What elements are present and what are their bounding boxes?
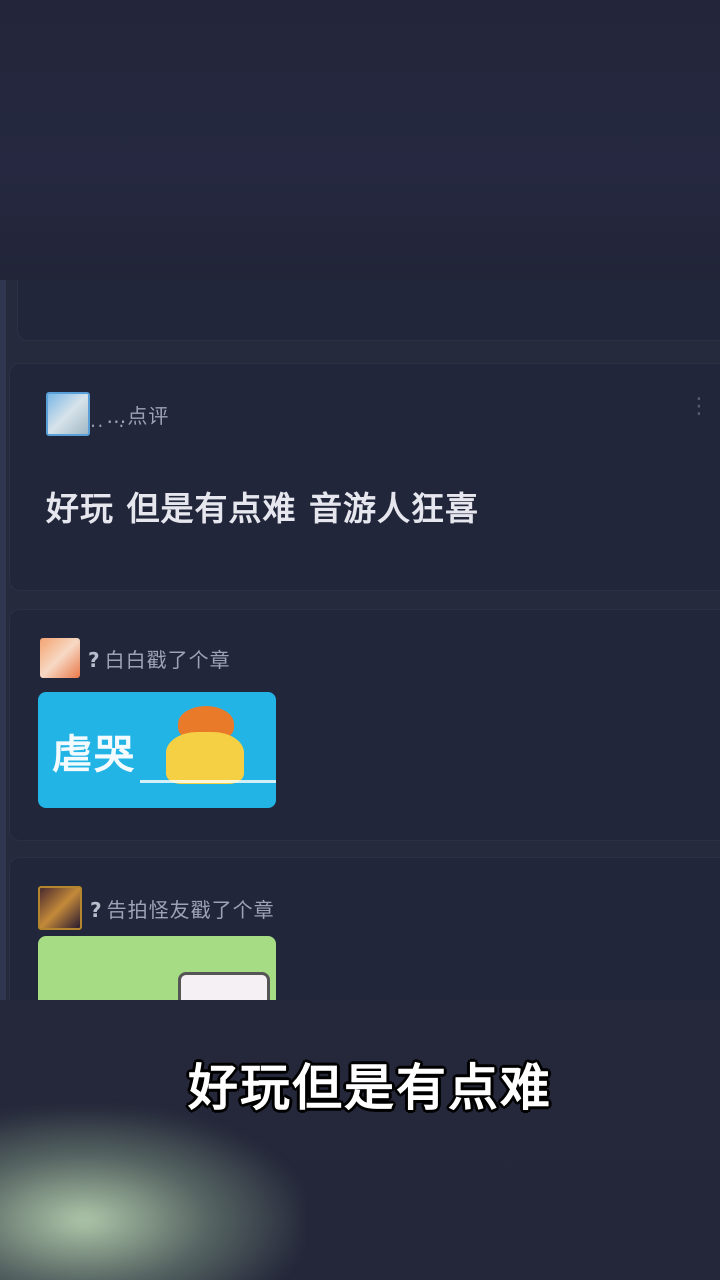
- user-avatar[interactable]: [38, 886, 82, 930]
- user-avatar[interactable]: [46, 392, 90, 436]
- feed-edge: [0, 280, 6, 1000]
- stamp-card[interactable]: ? 告拍怪友戳了个章: [10, 858, 720, 1000]
- crying-sticker[interactable]: 虐哭: [38, 692, 276, 808]
- blurred-header: [0, 0, 720, 280]
- blurred-glow: [0, 1110, 300, 1280]
- stamp-username[interactable]: ? 告拍怪友戳了个章: [90, 894, 275, 923]
- duck-body: [166, 732, 244, 784]
- username[interactable]: ̣ ̣…̣点评: [98, 400, 169, 429]
- comment-text: 好玩 但是有点难 音游人狂喜: [46, 489, 479, 528]
- cake-sticker[interactable]: [38, 936, 276, 1000]
- more-menu-icon[interactable]: ⋮: [688, 394, 710, 419]
- stamp-username[interactable]: ? 白白戳了个章: [88, 644, 231, 673]
- water-line: [140, 780, 276, 787]
- video-bottom: 好玩但是有点难: [0, 1000, 720, 1280]
- stamp-card[interactable]: ? 白白戳了个章 虐哭: [10, 610, 720, 840]
- cake-icon: [178, 972, 270, 1000]
- user-avatar[interactable]: [40, 638, 80, 678]
- comment-card[interactable]: ̣ ̣…̣点评 ⋮ 好玩 但是有点难 音游人狂喜: [10, 364, 720, 590]
- comment-card-partial: [18, 280, 720, 340]
- video-subtitle: 好玩但是有点难: [188, 1059, 552, 1117]
- comment-feed[interactable]: ̣ ̣…̣点评 ⋮ 好玩 但是有点难 音游人狂喜 ? 白白戳了个章 虐哭 ? 告拍怪…: [0, 280, 720, 1000]
- sticker-text: 虐哭: [52, 732, 136, 778]
